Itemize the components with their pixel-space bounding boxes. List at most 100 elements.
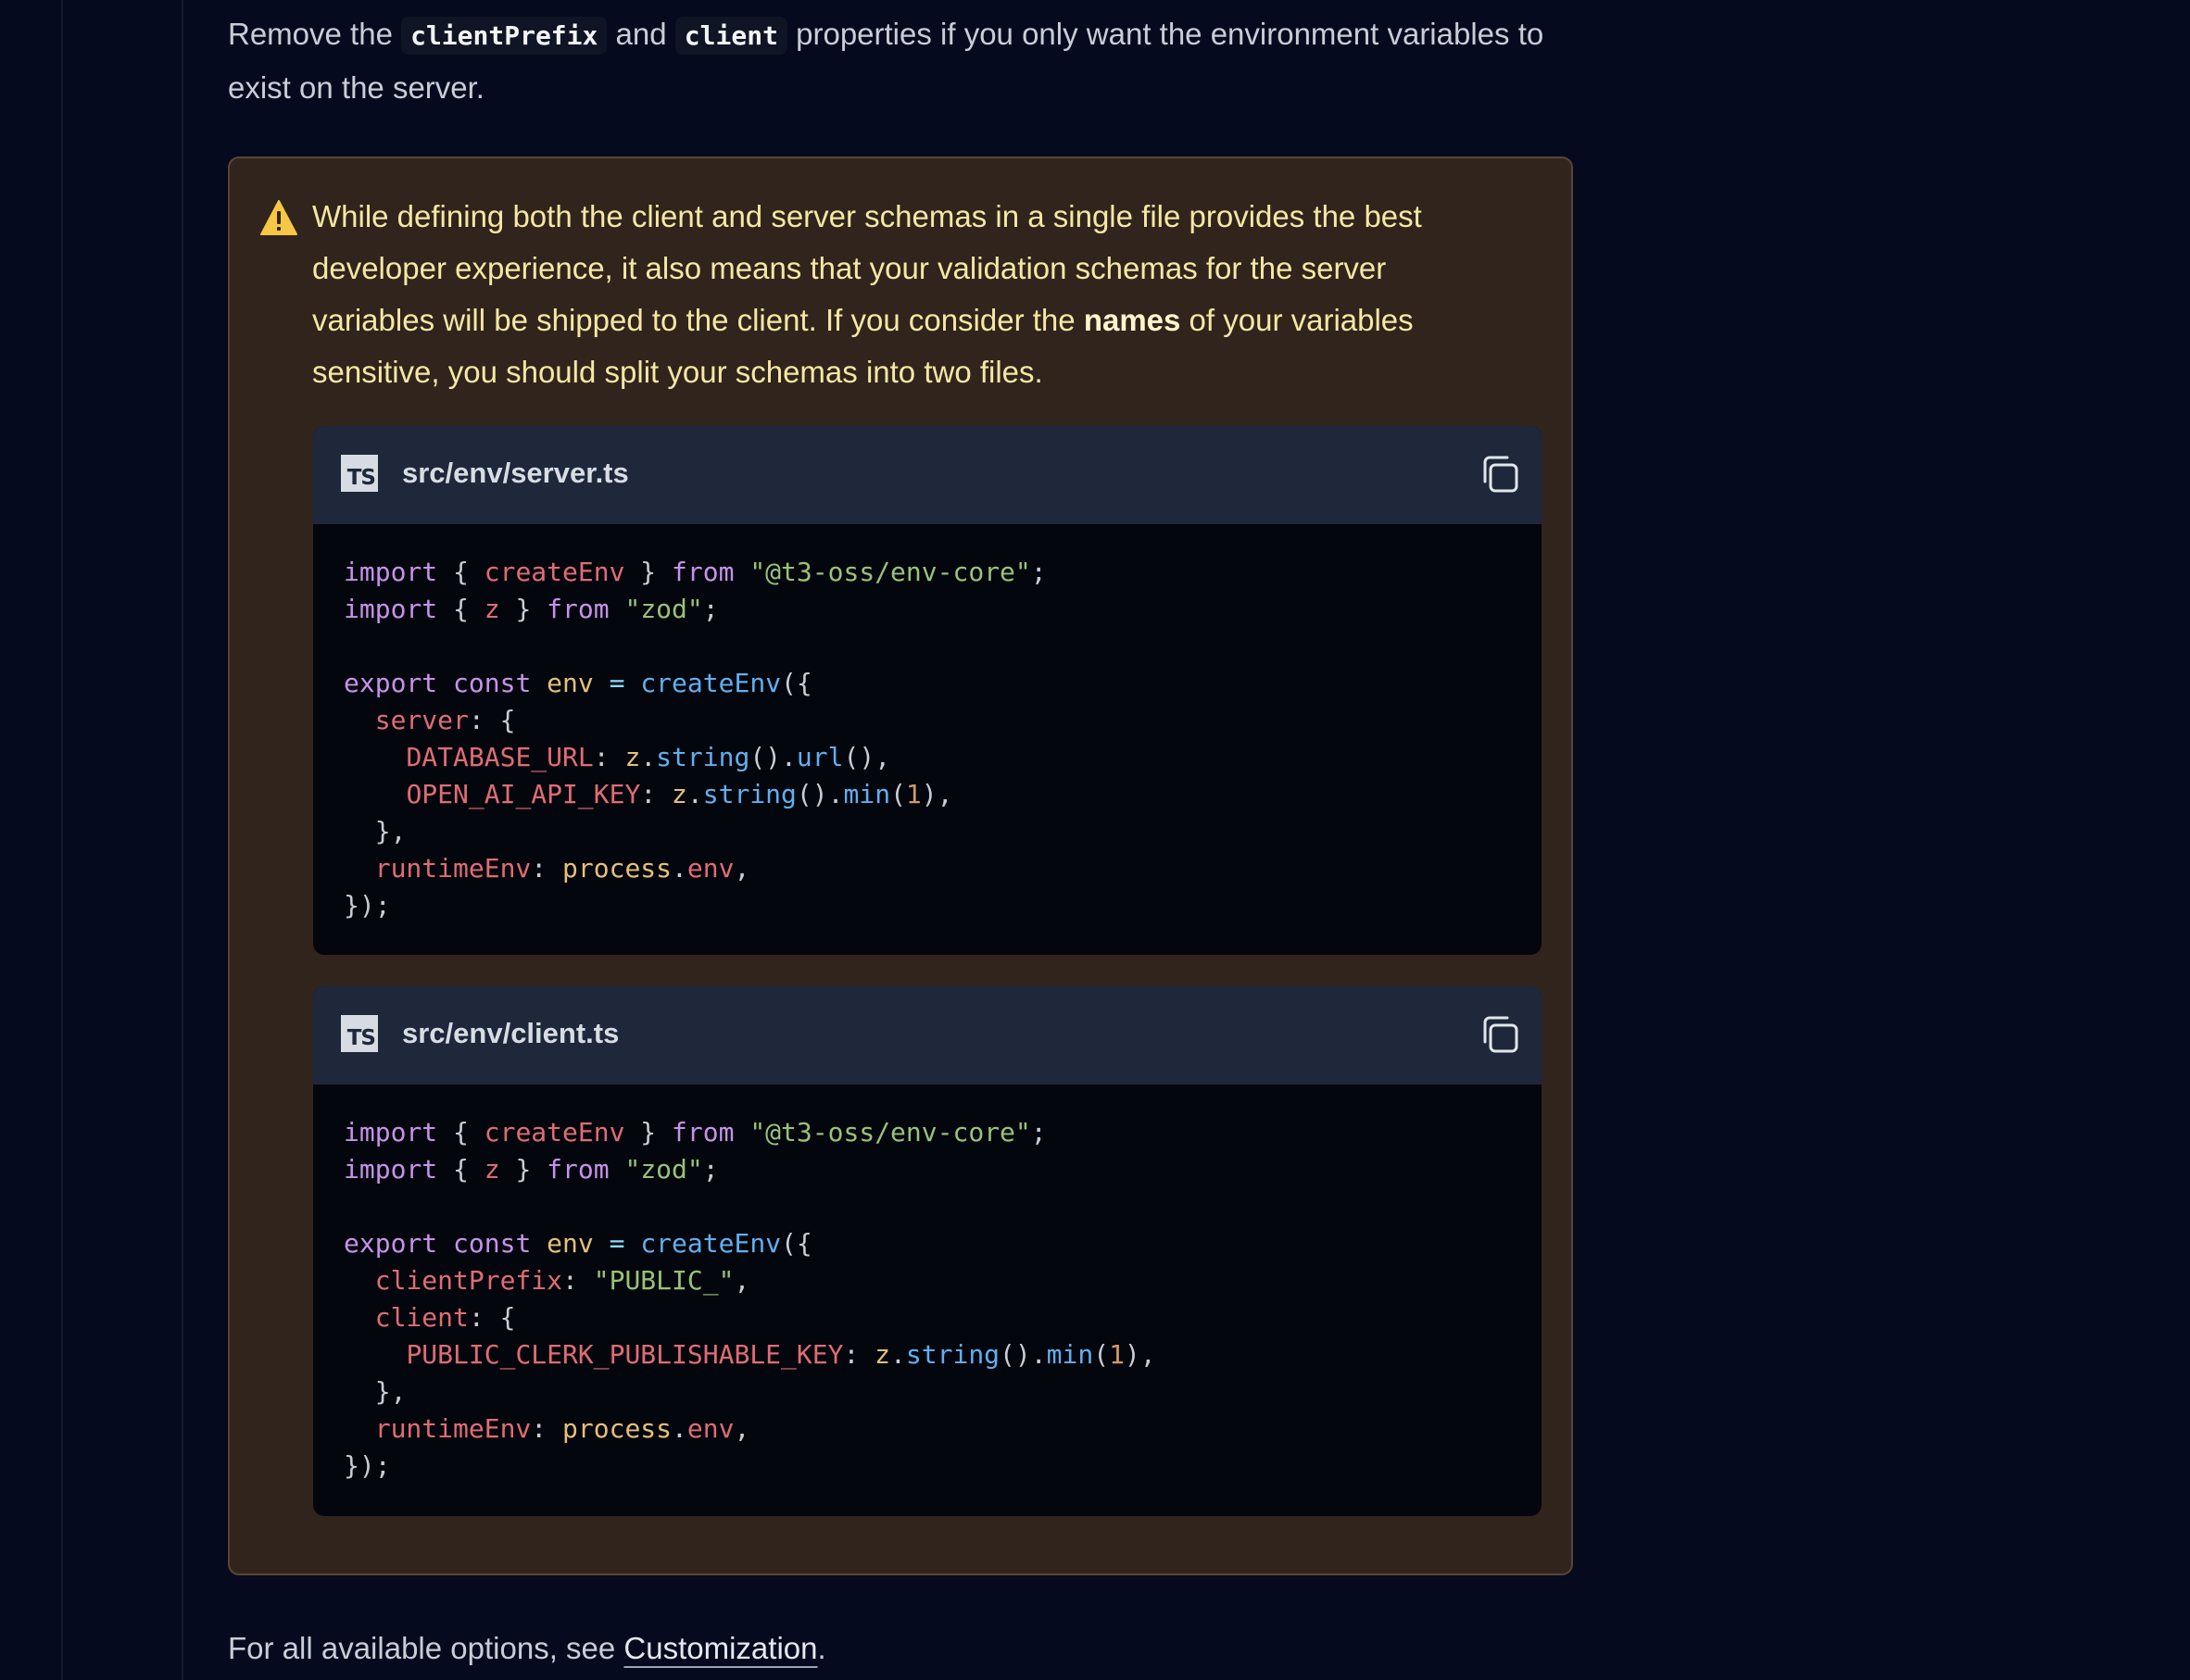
code-token: 1 (905, 779, 922, 809)
code-token: : (640, 779, 673, 809)
code-token: createEnv (640, 668, 782, 698)
code-token: ; (702, 594, 719, 624)
code-line: import { createEnv } from "@t3-oss/env-c… (344, 1114, 1542, 1151)
code-token: from (547, 594, 610, 624)
code-token: (). (796, 779, 844, 809)
code-token: import (344, 557, 438, 587)
code-token: , (734, 853, 750, 884)
code-token: { (437, 1117, 485, 1147)
code-token: createEnv (484, 557, 625, 587)
code-token: "zod" (624, 1154, 703, 1185)
code-token: import (344, 1117, 438, 1147)
code-token: { (437, 557, 485, 587)
code-token: , (734, 1265, 750, 1296)
code-token: . (672, 1413, 687, 1444)
warning-triangle-icon (260, 200, 297, 235)
copy-icon[interactable] (1477, 1011, 1523, 1058)
code-token: client (374, 1302, 469, 1333)
code-token: 1 (1109, 1339, 1125, 1370)
warning-callout: While defining both the client and serve… (228, 157, 1573, 1575)
copy-icon[interactable] (1477, 451, 1523, 497)
code-token: env (686, 1413, 735, 1444)
intro-paragraph: Remove the clientPrefix and client prope… (228, 8, 1562, 114)
code-token: clientPrefix (374, 1265, 563, 1296)
code-token: process (562, 1413, 673, 1444)
code-token: } (624, 1117, 673, 1147)
code-token: ({ (781, 668, 812, 698)
code-token: from (672, 1117, 735, 1147)
code-token: . (640, 742, 657, 772)
code-body: import { createEnv } from "@t3-oss/env-c… (313, 524, 1542, 924)
code-block-client: TS src/env/client.ts import { createEnv … (313, 986, 1542, 1516)
code-token: process (562, 853, 673, 884)
sidebar-divider (61, 0, 63, 1680)
code-token: : (531, 1413, 563, 1444)
code-token: : (531, 853, 563, 884)
code-token: ( (1093, 1339, 1110, 1370)
typescript-icon: TS (341, 455, 378, 492)
code-line: DATABASE_URL: z.string().url(), (344, 739, 1542, 776)
code-token: runtimeEnv (374, 1413, 532, 1444)
code-token: (). (749, 742, 797, 772)
code-token: string (656, 742, 750, 772)
code-token: "@t3-oss/env-core" (749, 557, 1031, 587)
code-token: ( (890, 779, 906, 809)
code-token: (). (1000, 1339, 1047, 1370)
code-line: runtimeEnv: process.env, (344, 850, 1542, 887)
code-token: ({ (781, 1228, 812, 1259)
code-token: ; (1030, 557, 1047, 587)
code-token: . (890, 1339, 906, 1370)
code-token: }); (344, 1450, 391, 1481)
code-token: "@t3-oss/env-core" (749, 1117, 1031, 1147)
code-line: }); (344, 887, 1542, 924)
code-token: { (437, 594, 485, 624)
warning-text: While defining both the client and serve… (312, 191, 1517, 398)
code-token: ; (702, 1154, 719, 1185)
code-line: OPEN_AI_API_KEY: z.string().min(1), (344, 776, 1542, 813)
customization-link[interactable]: Customization (623, 1631, 817, 1665)
code-block-server: TS src/env/server.ts import { createEnv … (313, 426, 1542, 955)
code-token: string (702, 779, 797, 809)
warning-bold-names: names (1083, 303, 1181, 337)
code-token: z (484, 594, 500, 624)
code-token: min (1046, 1339, 1094, 1370)
code-line: export const env = createEnv({ (344, 665, 1542, 702)
code-token: OPEN_AI_API_KEY (406, 779, 641, 809)
code-block-header: TS src/env/client.ts (313, 986, 1542, 1084)
code-token: PUBLIC_CLERK_PUBLISHABLE_KEY (406, 1339, 844, 1370)
code-block-filename: src/env/server.ts (402, 457, 629, 489)
code-token: import (344, 1154, 438, 1185)
code-token: (), (843, 742, 891, 772)
outro-text-2: . (817, 1631, 826, 1665)
code-token: env (547, 668, 594, 698)
inline-code-client: client (674, 17, 787, 55)
code-token: } (499, 1154, 548, 1185)
code-line: import { z } from "zod"; (344, 591, 1542, 628)
code-body: import { createEnv } from "@t3-oss/env-c… (313, 1084, 1542, 1485)
code-line: clientPrefix: "PUBLIC_", (344, 1262, 1542, 1299)
code-token: , (734, 1413, 750, 1444)
code-token: z (484, 1154, 500, 1185)
code-token: "PUBLIC_" (593, 1265, 735, 1296)
code-token: const (453, 1228, 532, 1259)
code-token: } (624, 557, 673, 587)
code-token: createEnv (640, 1228, 782, 1259)
code-token: }, (344, 1376, 407, 1407)
